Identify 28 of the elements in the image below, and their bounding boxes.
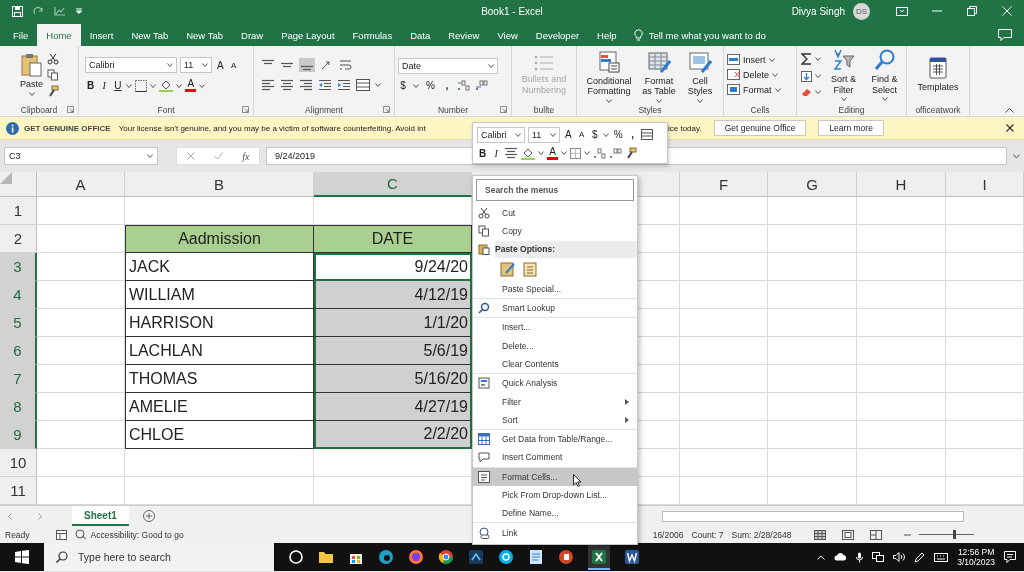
table-cell: 4/12/19 — [314, 281, 472, 309]
status-sum: Sum: 2/28/2648 — [731, 529, 792, 540]
group-label: Number — [437, 104, 469, 115]
notice-message: ice today. — [668, 123, 702, 133]
group-label: Font — [157, 104, 175, 115]
group-label: Cells — [750, 104, 770, 115]
table-cell: DATE — [314, 225, 472, 253]
group-label: officeatwork — [915, 104, 961, 115]
group-label: Clipboard — [20, 104, 58, 115]
group-label: Styles — [638, 104, 662, 115]
group-label: bullte — [533, 104, 555, 115]
table-cell: 2/2/20 — [314, 421, 472, 449]
status-text: Ready — [5, 529, 30, 540]
notice-message: Your license isn't genuine, and you may be a victim of software counterfeiting. Avoid int — [118, 123, 426, 133]
table-cell: 9/24/20 — [314, 253, 472, 281]
notice-title: GET GENUINE OFFICE — [24, 123, 111, 133]
table-cell: 5/16/20 — [314, 365, 472, 393]
table-cell: CHLOE — [125, 421, 314, 449]
table-cell: 1/1/20 — [314, 309, 472, 337]
status-average: 16/2006 — [652, 529, 684, 540]
table-cell: Aadmission — [125, 225, 314, 253]
window-title: Book1 - Excel — [481, 5, 543, 17]
menu-heading: Paste Options: — [495, 244, 555, 255]
group-label: Editing — [838, 104, 865, 115]
table-cell: 4/27/19 — [314, 393, 472, 421]
group-label: Alignment — [305, 104, 343, 115]
status-count: Count: 7 — [691, 529, 724, 540]
table-cell: 5/6/19 — [314, 337, 472, 365]
